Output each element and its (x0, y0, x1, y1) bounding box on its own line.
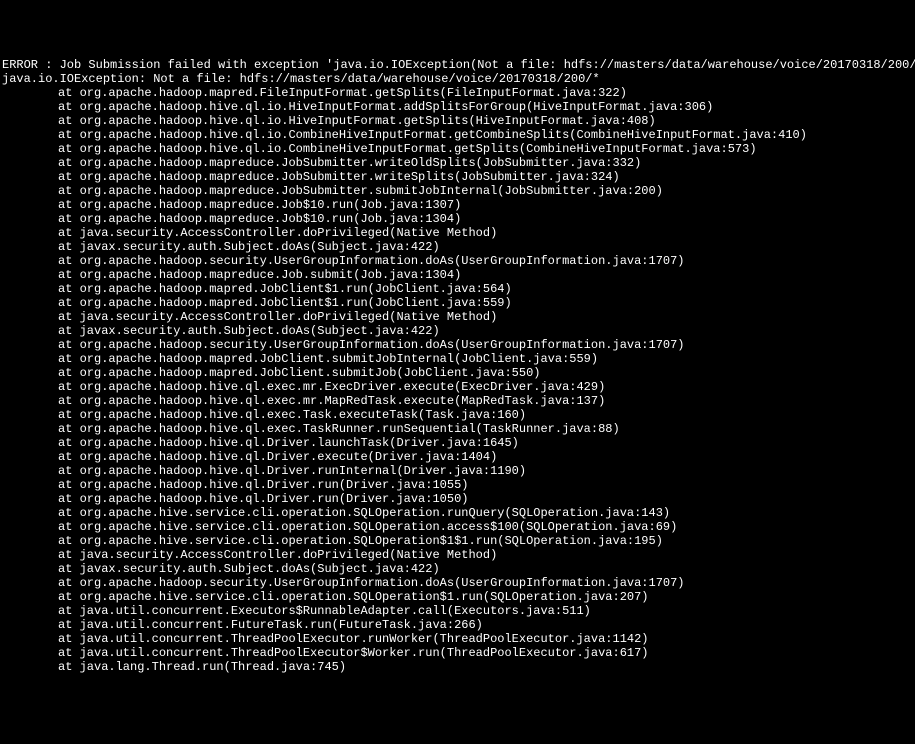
stack-frame: at java.util.concurrent.FutureTask.run(F… (2, 618, 913, 632)
stack-frame: at org.apache.hadoop.mapred.JobClient$1.… (2, 296, 913, 310)
stack-frame: at org.apache.hadoop.mapred.JobClient$1.… (2, 282, 913, 296)
stack-frame: at org.apache.hadoop.hive.ql.Driver.exec… (2, 450, 913, 464)
error-line: ERROR : Job Submission failed with excep… (2, 58, 913, 72)
stack-frame: at org.apache.hadoop.hive.ql.exec.mr.Map… (2, 394, 913, 408)
stack-frame: at org.apache.hadoop.security.UserGroupI… (2, 254, 913, 268)
stack-frame: at org.apache.hive.service.cli.operation… (2, 506, 913, 520)
stack-frame: at org.apache.hadoop.mapreduce.JobSubmit… (2, 170, 913, 184)
stack-frame: at java.util.concurrent.Executors$Runnab… (2, 604, 913, 618)
stack-frame: at java.security.AccessController.doPriv… (2, 310, 913, 324)
stack-frame: at javax.security.auth.Subject.doAs(Subj… (2, 324, 913, 338)
stack-frame: at org.apache.hadoop.hive.ql.Driver.run(… (2, 478, 913, 492)
stack-frame: at org.apache.hadoop.security.UserGroupI… (2, 338, 913, 352)
stack-frame: at org.apache.hadoop.mapred.JobClient.su… (2, 352, 913, 366)
stack-frame: at org.apache.hadoop.hive.ql.Driver.run(… (2, 492, 913, 506)
error-prefix: ERROR : (2, 58, 60, 72)
stack-frame: at org.apache.hadoop.mapreduce.JobSubmit… (2, 184, 913, 198)
stack-frame: at org.apache.hadoop.mapreduce.Job.submi… (2, 268, 913, 282)
stacktrace-container: at org.apache.hadoop.mapred.FileInputFor… (2, 86, 913, 674)
stack-frame: at org.apache.hadoop.hive.ql.Driver.runI… (2, 464, 913, 478)
stack-frame: at org.apache.hadoop.hive.ql.exec.Task.e… (2, 408, 913, 422)
stack-frame: at org.apache.hadoop.hive.ql.io.CombineH… (2, 128, 913, 142)
exception-line: java.io.IOException: Not a file: hdfs://… (2, 72, 913, 86)
stack-frame: at org.apache.hadoop.hive.ql.io.HiveInpu… (2, 114, 913, 128)
stack-frame: at org.apache.hive.service.cli.operation… (2, 590, 913, 604)
stack-frame: at org.apache.hadoop.hive.ql.io.HiveInpu… (2, 100, 913, 114)
stack-frame: at org.apache.hadoop.hive.ql.exec.TaskRu… (2, 422, 913, 436)
stack-frame: at javax.security.auth.Subject.doAs(Subj… (2, 562, 913, 576)
stack-frame: at org.apache.hadoop.security.UserGroupI… (2, 576, 913, 590)
stack-frame: at org.apache.hive.service.cli.operation… (2, 520, 913, 534)
stack-frame: at java.util.concurrent.ThreadPoolExecut… (2, 646, 913, 660)
stack-frame: at org.apache.hadoop.hive.ql.io.CombineH… (2, 142, 913, 156)
stack-frame: at org.apache.hadoop.mapreduce.Job$10.ru… (2, 198, 913, 212)
stack-frame: at org.apache.hadoop.hive.ql.exec.mr.Exe… (2, 380, 913, 394)
stack-frame: at org.apache.hadoop.mapreduce.JobSubmit… (2, 156, 913, 170)
stack-frame: at org.apache.hive.service.cli.operation… (2, 534, 913, 548)
stack-frame: at java.lang.Thread.run(Thread.java:745) (2, 660, 913, 674)
stack-frame: at org.apache.hadoop.mapred.FileInputFor… (2, 86, 913, 100)
stack-frame: at org.apache.hadoop.mapred.JobClient.su… (2, 366, 913, 380)
stack-frame: at org.apache.hadoop.mapreduce.Job$10.ru… (2, 212, 913, 226)
stack-frame: at java.security.AccessController.doPriv… (2, 548, 913, 562)
stack-frame: at java.security.AccessController.doPriv… (2, 226, 913, 240)
stack-frame: at org.apache.hadoop.hive.ql.Driver.laun… (2, 436, 913, 450)
stack-frame: at java.util.concurrent.ThreadPoolExecut… (2, 632, 913, 646)
stack-frame: at javax.security.auth.Subject.doAs(Subj… (2, 240, 913, 254)
terminal-output[interactable]: ERROR : Job Submission failed with excep… (2, 58, 913, 674)
error-message: Job Submission failed with exception 'ja… (60, 58, 915, 72)
